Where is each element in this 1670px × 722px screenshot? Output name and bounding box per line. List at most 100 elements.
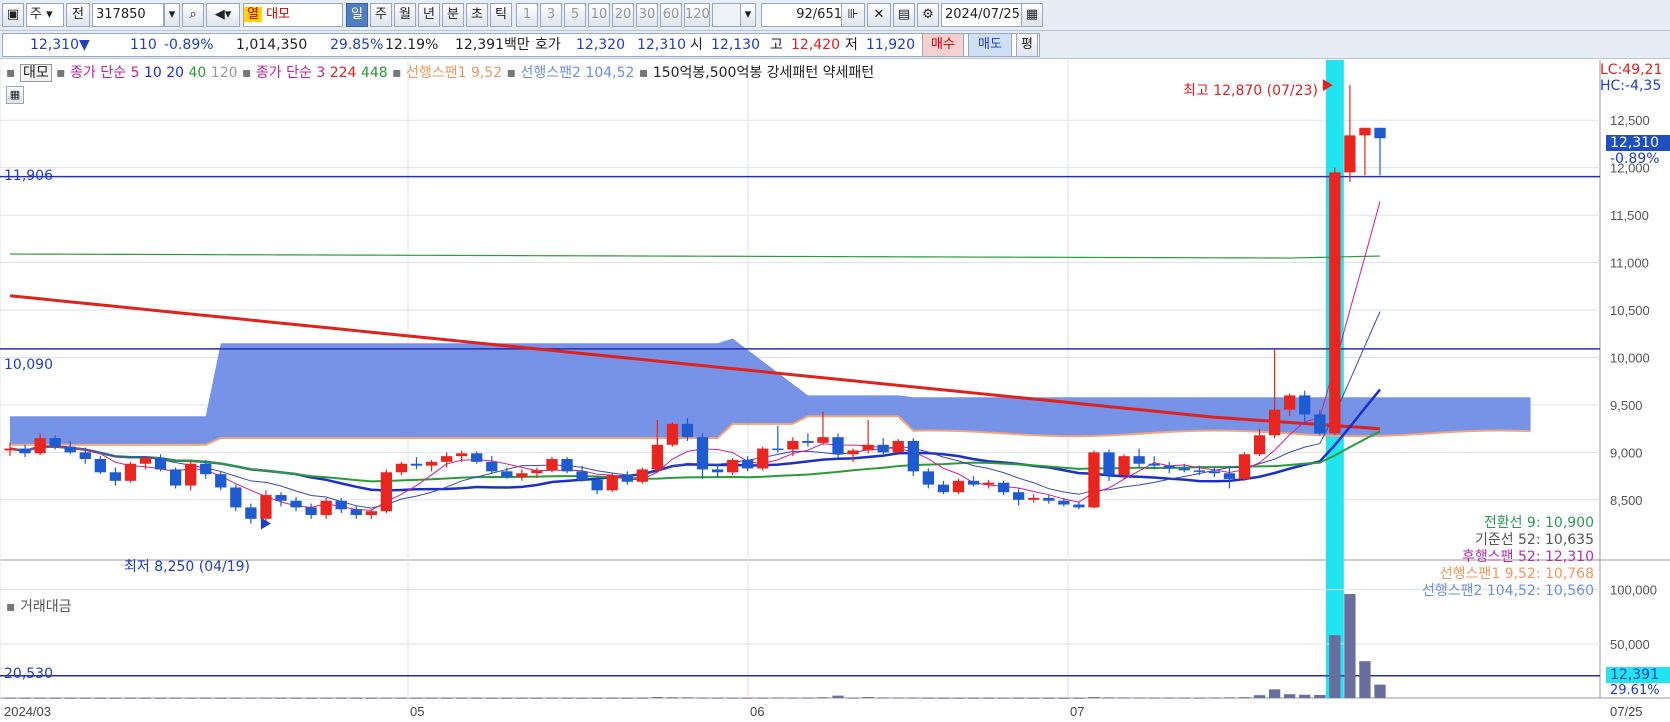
open-value: 12,130 — [711, 37, 760, 53]
candle-body — [456, 453, 468, 457]
volume-bar — [1314, 694, 1326, 698]
candle-body — [486, 461, 498, 472]
period-day[interactable]: 일 — [346, 3, 368, 27]
volume-bar — [335, 697, 347, 699]
volume-bar — [937, 697, 950, 699]
legend-ma-20: 20 — [166, 65, 185, 81]
volume-bar — [230, 697, 242, 699]
interval-30[interactable]: 30 — [636, 3, 658, 27]
candle-body — [64, 446, 76, 453]
legend-span1[interactable]: 선행스팬1 9,52 — [406, 65, 502, 81]
period-month[interactable]: 월 — [394, 3, 416, 27]
bid-2: 12,310 — [637, 37, 686, 53]
table-icon[interactable]: ▦ — [6, 86, 24, 104]
candle-body — [952, 480, 965, 493]
candle-icon[interactable]: ⊪ — [841, 3, 865, 27]
volume-bar — [1344, 594, 1356, 698]
open-label: 시 — [690, 37, 703, 53]
candle-body — [726, 459, 739, 473]
volume-bar — [1329, 635, 1341, 698]
volume-bar — [1058, 697, 1070, 699]
candle-body — [907, 440, 919, 472]
date-input[interactable]: 2024/07/25 — [941, 3, 1023, 27]
legend-ma-5: 5 — [130, 65, 140, 81]
last-date-label: 07/25 — [1610, 704, 1643, 719]
volume-bar — [1284, 694, 1296, 698]
volume-bar — [681, 697, 694, 699]
volume-bar — [967, 697, 980, 699]
legend-pattern[interactable]: 150억봉,500억봉 강세패턴 약세패턴 — [653, 65, 874, 81]
legend-ma-120: 120 — [210, 65, 238, 81]
calendar-icon[interactable]: ▦ — [1021, 3, 1043, 27]
volume-bar — [19, 697, 31, 699]
volume-bar — [215, 697, 227, 699]
date-tick-label: 06 — [750, 704, 764, 719]
candle-body — [1268, 409, 1281, 436]
chevron-down-icon[interactable]: ▾ — [740, 3, 756, 27]
legend-ma-label[interactable]: 종가 단순 — [70, 65, 126, 81]
speaker-icon[interactable]: ◀▾ — [206, 3, 240, 27]
candle-body — [260, 495, 272, 519]
price-tick-label: 11,000 — [1610, 256, 1649, 271]
candle-body — [350, 509, 362, 515]
candle-body — [4, 448, 16, 451]
low-value: 11,920 — [866, 37, 915, 53]
volume-legend: ▪ 거래대금 — [6, 594, 71, 620]
interval-1[interactable]: 1 — [516, 3, 538, 27]
candle-body — [817, 437, 829, 443]
volume-bar — [320, 697, 332, 699]
interval-5[interactable]: 5 — [564, 3, 586, 27]
candle-body — [1178, 468, 1190, 471]
count-field[interactable]: 92/651 — [761, 3, 847, 27]
save-icon[interactable]: ▤ — [893, 3, 915, 27]
layout-icon[interactable]: ▣ — [2, 3, 24, 27]
period-minute[interactable]: 분 — [442, 3, 464, 27]
gear-icon[interactable]: ⚙ — [917, 3, 939, 27]
interval-10[interactable]: 10 — [588, 3, 610, 27]
candle-body — [275, 495, 287, 501]
interval-20[interactable]: 20 — [612, 3, 634, 27]
period-second[interactable]: 초 — [466, 3, 488, 27]
name-field[interactable]: 열 대모 — [243, 3, 343, 27]
hline-label-2: 10,090 — [4, 357, 53, 373]
volume-panel-label[interactable]: 거래대금 — [20, 599, 72, 615]
prev-button[interactable]: 전 — [66, 3, 90, 27]
candle-body — [501, 471, 513, 478]
candle-body — [1299, 395, 1311, 415]
quote-change-pct: -0.89% — [164, 37, 214, 53]
volume-bar — [501, 697, 513, 699]
buy-button[interactable]: 매수 — [922, 33, 964, 57]
period-tick[interactable]: 틱 — [490, 3, 512, 27]
legend-name[interactable]: 대모 — [19, 64, 52, 82]
market-select[interactable]: 주 ▾ — [26, 3, 64, 27]
candle-body — [1284, 395, 1296, 410]
search-icon[interactable]: ⌕ — [182, 3, 204, 27]
legend-span2[interactable]: 선행스팬2 104,52 — [521, 65, 635, 81]
interval-60[interactable]: 60 — [660, 3, 682, 27]
candle-body — [877, 444, 889, 453]
volume-bar — [982, 697, 995, 699]
volume-bar — [1148, 697, 1160, 699]
volume-bar — [1163, 697, 1175, 699]
volume-bar — [1238, 697, 1251, 699]
sell-button[interactable]: 매도 — [968, 33, 1012, 57]
volume-bar — [109, 697, 122, 699]
crosshair-icon[interactable]: ✕ — [867, 3, 891, 27]
legend-ma-40: 40 — [188, 65, 207, 81]
price-chart[interactable]: 12,50012,00011,50011,00010,50010,0009,50… — [0, 60, 1670, 722]
code-input[interactable]: 317850 — [92, 3, 164, 27]
period-year[interactable]: 년 — [418, 3, 440, 27]
legend-ma2-label[interactable]: 종가 단순 — [256, 65, 312, 81]
volume-bar — [546, 697, 558, 699]
chevron-down-icon[interactable]: ▾ — [164, 3, 180, 27]
interval-120[interactable]: 120 — [684, 3, 710, 27]
candle-body — [862, 444, 874, 451]
volume-bar — [486, 697, 498, 699]
volume-bar — [591, 697, 603, 699]
period-week[interactable]: 주 — [370, 3, 392, 27]
candle-body — [380, 472, 393, 512]
interval-3[interactable]: 3 — [540, 3, 562, 27]
legend-ma2-3: 3 — [316, 65, 326, 81]
candle-body — [1013, 492, 1025, 500]
eval-button[interactable]: 평 — [1016, 33, 1038, 57]
